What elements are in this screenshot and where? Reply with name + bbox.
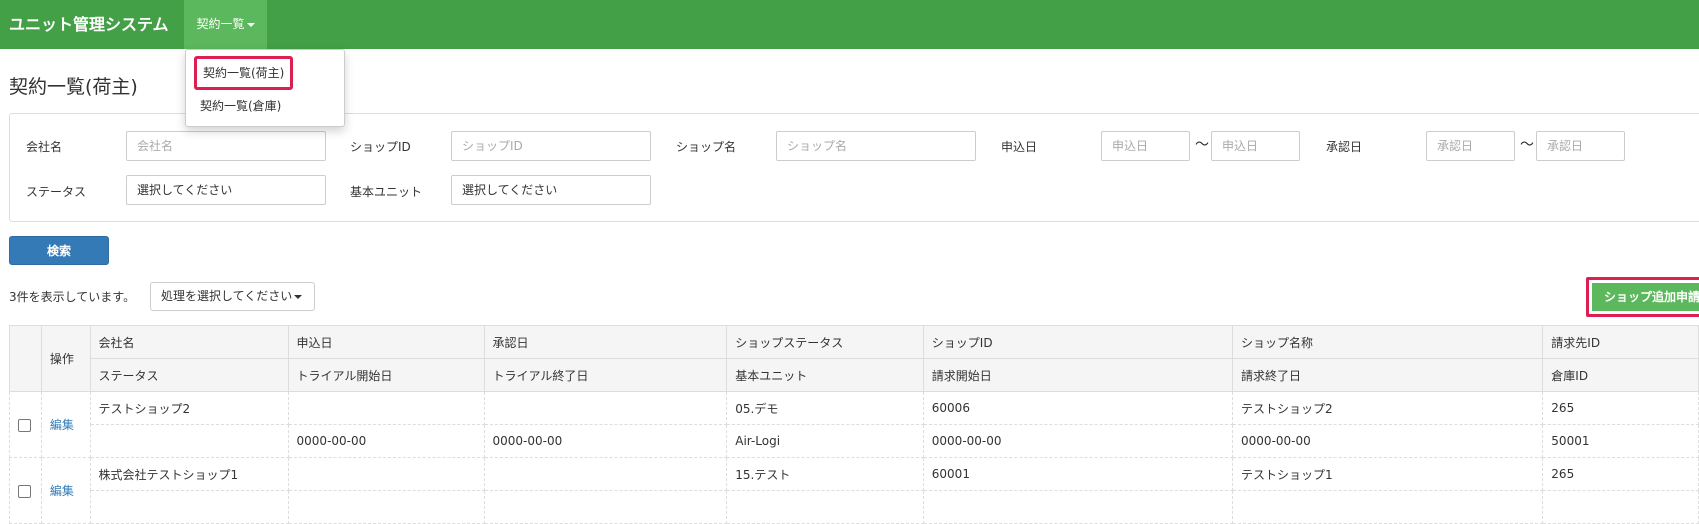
page-title: 契約一覧(荷主) xyxy=(9,76,138,98)
table-cell xyxy=(922,490,1234,524)
table-cell xyxy=(1232,490,1544,524)
table-cell: テストショップ1 xyxy=(1232,457,1544,491)
row-operation-cell: 編集 xyxy=(40,391,91,458)
table-cell xyxy=(483,391,728,425)
column-header: ショップステータス xyxy=(726,325,924,359)
apply-date-to-input[interactable] xyxy=(1211,131,1300,161)
table-cell: 60001 xyxy=(922,457,1234,491)
table-cell: 05.デモ xyxy=(726,391,924,425)
column-header: 請求終了日 xyxy=(1232,358,1544,392)
caret-down-icon xyxy=(294,294,303,299)
table-cell: 15.テスト xyxy=(726,457,924,491)
column-header: トライアル開始日 xyxy=(287,358,485,392)
column-header: 承認日 xyxy=(483,325,728,359)
table-cell: 265 xyxy=(1542,391,1699,425)
row-checkbox[interactable] xyxy=(18,484,31,498)
table-cell xyxy=(287,391,485,425)
table-cell xyxy=(1542,490,1699,524)
status-select[interactable]: 選択してください xyxy=(126,175,326,205)
row-select-cell xyxy=(9,457,42,524)
app-title[interactable]: ユニット管理システム xyxy=(9,0,169,49)
table-row: 0000-00-00 0000-00-00 Air-Logi 0000-00-0… xyxy=(10,424,1699,458)
approve-date-label: 承認日 xyxy=(1326,140,1363,154)
shop-id-label: ショップID xyxy=(350,140,411,154)
table-row: 編集 株式会社テストショップ1 15.テスト 60001 テストショップ1 26… xyxy=(9,457,1699,524)
navbar: ユニット管理システム 契約一覧 xyxy=(0,0,1699,49)
search-button[interactable]: 検索 xyxy=(9,236,109,265)
column-header: 倉庫ID xyxy=(1542,358,1699,392)
table-cell: 50001 xyxy=(1542,424,1699,458)
unit-select[interactable]: 選択してください xyxy=(451,175,651,205)
table-cell xyxy=(287,457,485,491)
add-shop-button[interactable]: ショップ追加申請 xyxy=(1592,283,1699,311)
table-cell: 265 xyxy=(1542,457,1699,491)
bulk-action-select-label: 処理を選択してください xyxy=(161,289,293,303)
column-header: ショップ名称 xyxy=(1232,325,1544,359)
table-cell xyxy=(726,490,924,524)
shop-id-input[interactable] xyxy=(451,131,651,161)
row-select-cell xyxy=(9,391,42,458)
table-cell: 0000-00-00 xyxy=(1232,424,1544,458)
table-cell: Air-Logi xyxy=(726,424,924,458)
status-label: ステータス xyxy=(26,185,87,199)
table-header-row: ステータス トライアル開始日 トライアル終了日 基本ユニット 請求開始日 請求終… xyxy=(10,358,1699,392)
approve-date-from-input[interactable] xyxy=(1426,131,1515,161)
row-checkbox[interactable] xyxy=(18,418,31,432)
table-cell: テストショップ2 xyxy=(89,391,289,425)
bulk-action-select[interactable]: 処理を選択してください xyxy=(150,282,315,311)
contracts-dropdown: 契約一覧(荷主) 契約一覧(倉庫) xyxy=(185,49,345,127)
table-row xyxy=(10,490,1699,524)
operation-header: 操作 xyxy=(40,325,91,392)
table-cell: 0000-00-00 xyxy=(483,424,728,458)
apply-date-tilde: ～ xyxy=(1195,137,1209,153)
edit-link[interactable]: 編集 xyxy=(50,484,74,498)
dropdown-item-contracts-shipper[interactable]: 契約一覧(荷主) xyxy=(194,56,294,90)
column-header: ステータス xyxy=(89,358,289,392)
table-cell: 60006 xyxy=(922,391,1234,425)
table-cell xyxy=(287,490,485,524)
column-header: ショップID xyxy=(922,325,1234,359)
edit-link[interactable]: 編集 xyxy=(50,418,74,432)
company-input[interactable] xyxy=(126,131,326,161)
table-cell xyxy=(483,457,728,491)
contracts-table: 操作 会社名 申込日 承認日 ショップステータス ショップID ショップ名称 請… xyxy=(9,325,1699,524)
shop-name-label: ショップ名 xyxy=(676,140,737,154)
table-row: 編集 テストショップ2 05.デモ 60006 テストショップ2 265 xyxy=(9,391,1699,458)
row-operation-cell: 編集 xyxy=(40,457,91,524)
approve-date-to-input[interactable] xyxy=(1536,131,1625,161)
table-header-row: 操作 会社名 申込日 承認日 ショップステータス ショップID ショップ名称 請… xyxy=(9,325,1699,392)
dropdown-item-contracts-warehouse[interactable]: 契約一覧(倉庫) xyxy=(194,91,287,121)
table-cell xyxy=(483,490,728,524)
column-header: 基本ユニット xyxy=(726,358,924,392)
table-cell xyxy=(89,490,289,524)
shop-name-input[interactable] xyxy=(776,131,976,161)
apply-date-label: 申込日 xyxy=(1001,140,1038,154)
column-header: 請求先ID xyxy=(1542,325,1699,359)
column-header: 請求開始日 xyxy=(922,358,1234,392)
table-cell xyxy=(89,424,289,458)
caret-down-icon xyxy=(246,22,255,27)
table-cell: 株式会社テストショップ1 xyxy=(89,457,289,491)
search-panel: 会社名 ショップID ショップ名 申込日 ～ 承認日 ～ ステータス 選択してく… xyxy=(9,113,1699,222)
company-label: 会社名 xyxy=(26,140,63,154)
column-header: トライアル終了日 xyxy=(483,358,728,392)
column-header: 会社名 xyxy=(89,325,289,359)
apply-date-from-input[interactable] xyxy=(1101,131,1190,161)
column-header: 申込日 xyxy=(287,325,485,359)
contracts-menu[interactable]: 契約一覧 xyxy=(184,0,267,49)
result-count: 3件を表示しています。 xyxy=(9,290,136,304)
unit-label: 基本ユニット xyxy=(350,185,423,199)
approve-date-tilde: ～ xyxy=(1520,137,1534,153)
add-shop-button-highlight: ショップ追加申請 xyxy=(1586,277,1699,317)
table-cell: 0000-00-00 xyxy=(922,424,1234,458)
contracts-menu-label: 契約一覧 xyxy=(196,17,245,31)
table-cell: テストショップ2 xyxy=(1232,391,1544,425)
table-cell: 0000-00-00 xyxy=(287,424,485,458)
select-header xyxy=(9,325,42,392)
